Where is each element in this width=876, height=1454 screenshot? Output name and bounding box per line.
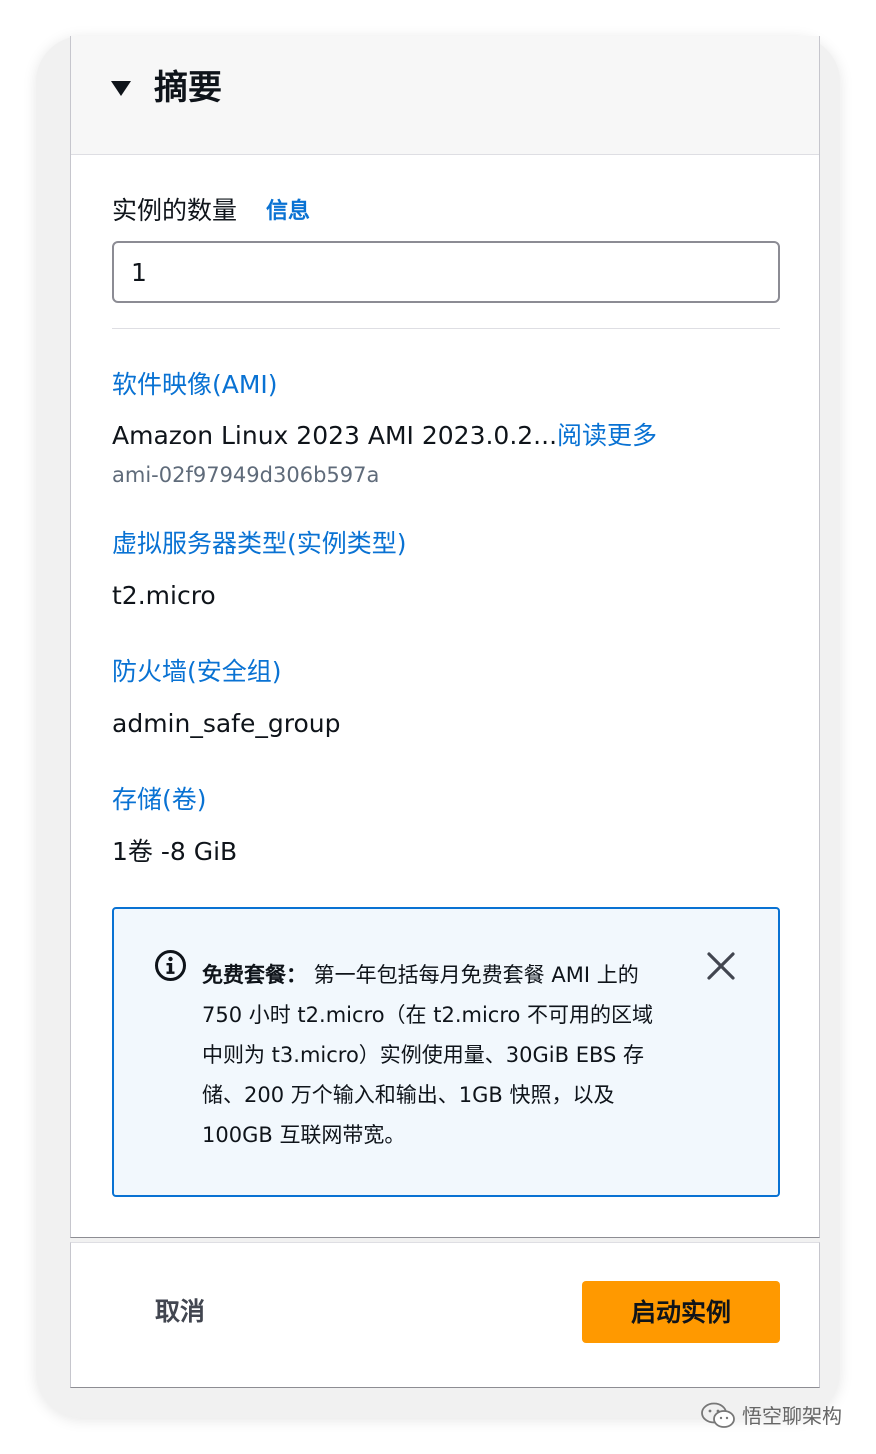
alert-message: 第一年包括每月免费套餐 AMI 上的 750 小时 t2.micro（在 t2.… [202,963,654,1147]
ami-name-text: Amazon Linux 2023 AMI 2023.0.2... [112,421,558,450]
ami-name: Amazon Linux 2023 AMI 2023.0.2...阅读更多 [112,420,657,452]
cancel-button[interactable]: 取消 [131,1281,229,1343]
storage-value: 1卷 -8 GiB [112,837,238,866]
instance-type-value: t2.micro [112,581,216,610]
firewall-link[interactable]: 防火墙(安全组) [112,656,282,688]
alert-title: 免费套餐： [202,963,307,987]
watermark-text: 悟空聊架构 [742,1404,842,1428]
footer: 取消 启动实例 [70,1242,820,1388]
summary-panel: 摘要 实例的数量 信息 软件映像(AMI) Amazon Linux 2023 … [70,36,820,1238]
panel-title: 摘要 [154,68,222,108]
watermark: 悟空聊架构 [700,1400,842,1432]
caret-down-icon[interactable] [111,81,131,96]
alert-body: 免费套餐： 第一年包括每月免费套餐 AMI 上的 750 小时 t2.micro… [202,955,662,1155]
instance-count-info-link[interactable]: 信息 [266,196,310,228]
wechat-icon [701,1402,735,1428]
info-icon [155,950,186,981]
section-divider [112,328,780,329]
ami-id: ami-02f97949d306b597a [112,463,380,487]
firewall-value: admin_safe_group [112,709,341,738]
storage-link[interactable]: 存储(卷) [112,784,207,816]
read-more-link[interactable]: 阅读更多 [557,421,657,450]
free-tier-alert: 免费套餐： 第一年包括每月免费套餐 AMI 上的 750 小时 t2.micro… [112,907,780,1197]
instance-count-input[interactable] [112,241,780,303]
instance-type-link[interactable]: 虚拟服务器类型(实例类型) [112,528,407,560]
instance-count-label: 实例的数量 [112,196,238,225]
summary-header[interactable]: 摘要 [71,36,819,155]
launch-instance-button[interactable]: 启动实例 [582,1281,780,1343]
ami-link[interactable]: 软件映像(AMI) [112,369,278,401]
close-icon[interactable] [704,949,738,983]
